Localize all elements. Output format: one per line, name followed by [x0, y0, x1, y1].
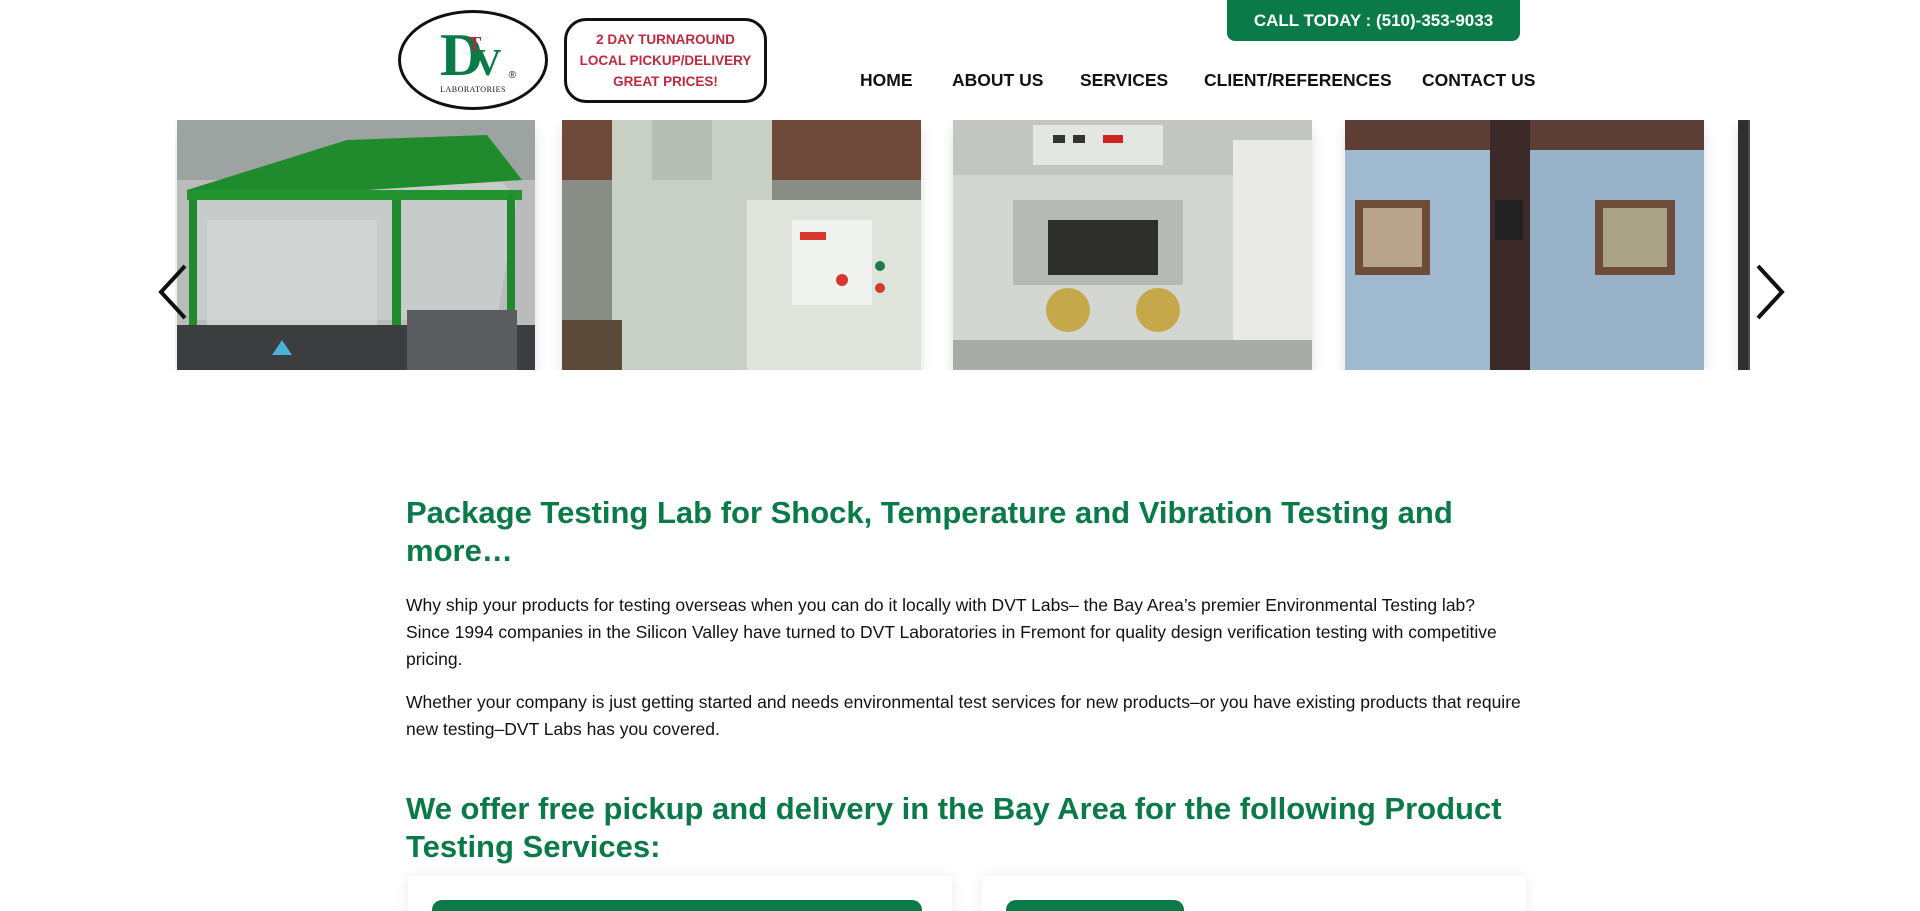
- carousel-slide-blue-chamber[interactable]: [1345, 120, 1704, 370]
- nav-about-us[interactable]: ABOUT US: [952, 70, 1043, 91]
- promo-line-turnaround: 2 DAY TURNAROUND: [596, 32, 735, 47]
- dvt-logo[interactable]: D T V ® LABORATORIES: [398, 10, 548, 110]
- promo-line-prices: GREAT PRICES!: [613, 74, 718, 89]
- equipment-carousel[interactable]: [175, 120, 1750, 370]
- carousel-slide-partial[interactable]: [1738, 120, 1750, 370]
- chevron-right-icon[interactable]: [1748, 262, 1788, 322]
- call-today-button[interactable]: CALL TODAY : (510)-353-9033: [1227, 0, 1520, 41]
- intro-paragraph: Why ship your products for testing overs…: [406, 595, 1497, 669]
- carousel-slide-drop-chamber[interactable]: [177, 120, 535, 370]
- carousel-slide-vibration-tester[interactable]: [562, 120, 921, 370]
- promo-line-pickup: LOCAL PICKUP/DELIVERY: [579, 53, 752, 68]
- nav-services[interactable]: SERVICES: [1080, 70, 1168, 91]
- nav-client-references[interactable]: CLIENT/REFERENCES: [1204, 70, 1392, 91]
- promo-badge: 2 DAY TURNAROUND LOCAL PICKUP/DELIVERY G…: [564, 18, 767, 103]
- chevron-left-icon[interactable]: [155, 262, 195, 322]
- service-card-1: [408, 876, 952, 911]
- nav-contact-us[interactable]: CONTACT US: [1422, 70, 1535, 91]
- service-card-2-button[interactable]: [1006, 900, 1184, 911]
- logo-mark: D T V ®: [438, 25, 516, 85]
- carousel-slide-environmental-chamber[interactable]: [953, 120, 1312, 370]
- logo-letter-v: V: [474, 41, 502, 84]
- logo-registered-mark: ®: [508, 69, 516, 81]
- service-card-2: [982, 876, 1526, 911]
- services-heading: We offer free pickup and delivery in the…: [406, 791, 1502, 864]
- nav-home[interactable]: HOME: [860, 70, 913, 91]
- page-title: Package Testing Lab for Shock, Temperatu…: [406, 495, 1453, 568]
- service-card-1-button[interactable]: [432, 900, 922, 911]
- coverage-paragraph: Whether your company is just getting sta…: [406, 692, 1521, 739]
